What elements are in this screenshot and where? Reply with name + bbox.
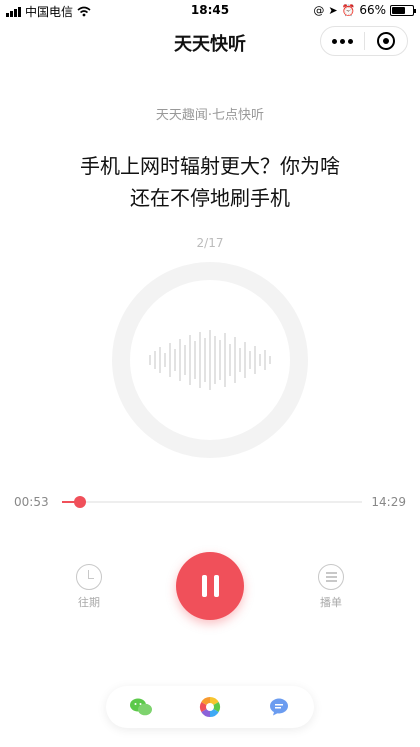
lock-rotation-icon: @ <box>313 3 325 17</box>
battery-icon <box>390 4 416 16</box>
waveform-bar <box>154 351 156 369</box>
share-moments-button[interactable] <box>198 695 222 719</box>
waveform-bar <box>229 344 231 376</box>
more-button[interactable] <box>321 27 364 55</box>
playlist-button[interactable]: 播单 <box>306 564 356 610</box>
waveform-bar <box>269 356 271 364</box>
status-bar: 中国电信 18:45 @ ➤ ⏰ 66% <box>0 0 420 22</box>
waveform-bar <box>174 349 176 371</box>
pause-icon <box>201 575 207 597</box>
wechat-icon <box>129 698 152 716</box>
waveform-bar <box>199 332 201 388</box>
waveform-bar <box>244 342 246 378</box>
history-clock-icon <box>76 564 102 590</box>
waveform-bar <box>214 336 216 384</box>
waveform-bar <box>249 351 251 369</box>
waveform-bar <box>254 346 256 374</box>
waveform-bar <box>239 348 241 372</box>
waveform-bar <box>234 337 236 383</box>
battery-percent: 66% <box>359 3 386 17</box>
waveform-bar <box>224 333 226 387</box>
track-counter: 2/17 <box>196 236 224 250</box>
share-wechat-button[interactable] <box>129 695 153 719</box>
total-time: 14:29 <box>371 495 406 509</box>
article-title-line2: 还在不停地刷手机 <box>130 186 290 210</box>
message-icon <box>270 698 289 716</box>
history-button[interactable]: 往期 <box>64 564 114 610</box>
playlist-icon <box>318 564 344 590</box>
location-icon: ➤ <box>328 3 338 17</box>
waveform-bar <box>219 340 221 380</box>
article-title-line1: 手机上网时辐射更大？你为啥 <box>80 154 340 178</box>
play-pause-button[interactable] <box>176 552 244 620</box>
waveform-bar <box>259 354 261 366</box>
waveform-bar <box>209 330 211 390</box>
progress-track[interactable] <box>62 496 362 508</box>
pause-icon-bar <box>213 575 219 597</box>
history-label: 往期 <box>78 596 100 609</box>
waveform-bar <box>179 339 181 381</box>
waveform-bar <box>204 338 206 382</box>
waveform-bar <box>189 335 191 385</box>
target-circle-icon <box>376 32 395 50</box>
moments-icon <box>199 696 221 718</box>
waveform-bar <box>184 345 186 375</box>
waveform-icon <box>130 280 290 440</box>
waveform-bar <box>194 341 196 379</box>
waveform-bar <box>149 355 151 365</box>
waveform-bar <box>169 343 171 377</box>
alarm-icon: ⏰ <box>341 3 356 17</box>
more-dots-icon <box>331 38 353 44</box>
current-time: 00:53 <box>14 495 49 509</box>
progress-thumb[interactable] <box>74 496 87 508</box>
article-title: 手机上网时辐射更大？你为啥 还在不停地刷手机 <box>40 150 380 214</box>
waveform-bar <box>264 350 266 370</box>
article-source: 天天趣闻·七点快听 <box>155 108 265 123</box>
waveform-bar <box>159 347 161 373</box>
share-message-button[interactable] <box>267 695 291 719</box>
close-button[interactable] <box>365 27 408 55</box>
playlist-label: 播单 <box>320 596 342 609</box>
audio-disc <box>112 262 308 458</box>
mini-program-capsule <box>320 26 408 56</box>
waveform-bar <box>164 353 166 367</box>
share-bar <box>106 686 314 728</box>
